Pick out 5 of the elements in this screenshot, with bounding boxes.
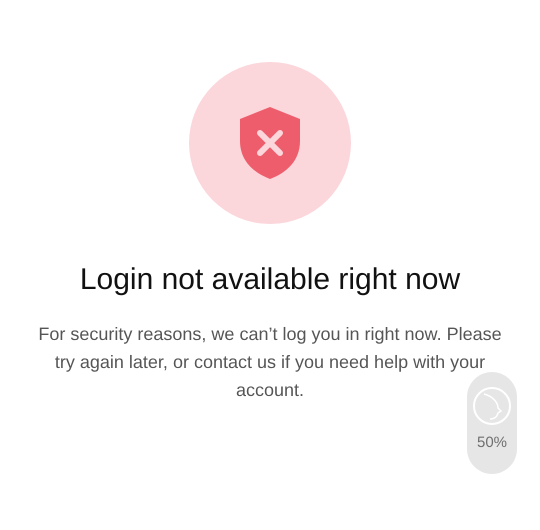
- zoom-reading: 50%: [476, 433, 508, 453]
- floating-widget[interactable]: 50%: [467, 372, 517, 474]
- page-title: Login not available right now: [80, 262, 460, 298]
- profile-icon: [472, 386, 512, 426]
- shield-error-icon: [238, 105, 302, 181]
